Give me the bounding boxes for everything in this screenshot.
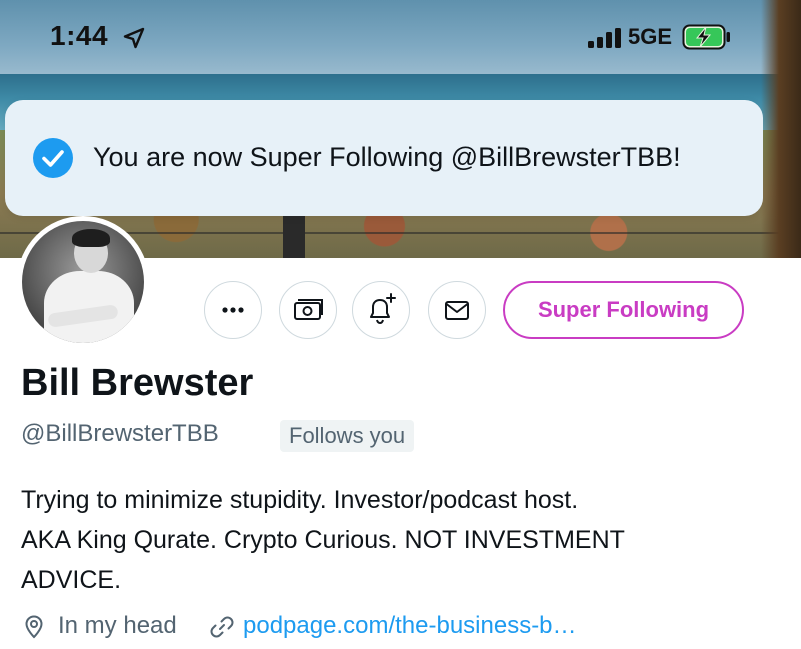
more-button[interactable] [204, 281, 262, 339]
bio-line: Trying to minimize stupidity. Investor/p… [21, 486, 579, 514]
message-button[interactable] [428, 281, 486, 339]
battery-charging-icon [682, 24, 732, 50]
link-icon [209, 614, 235, 640]
profile-bio: Trying to minimize stupidity. Investor/p… [21, 480, 761, 600]
super-following-button[interactable]: Super Following [503, 281, 744, 339]
location-arrow-icon [122, 26, 146, 50]
network-label: 5GE [628, 24, 673, 49]
profile-screen: 1:44 5GE You are now Super Following @Bi… [0, 0, 801, 649]
bio-line: AKA King Qurate. Crypto Curious. NOT INV… [21, 526, 625, 554]
location-pin-icon [21, 614, 47, 640]
checkmark-circle-icon [33, 138, 73, 178]
profile-handle: @BillBrewsterTBB [21, 420, 219, 447]
display-name: Bill Brewster [21, 362, 254, 404]
avatar-hair [72, 229, 110, 247]
avatar[interactable] [17, 216, 149, 348]
avatar-photo [22, 221, 144, 343]
cellular-signal-icon [588, 28, 622, 48]
banner-post [283, 210, 305, 258]
profile-location: In my head [58, 612, 177, 639]
notifications-button[interactable] [352, 281, 410, 339]
tip-button[interactable] [279, 281, 337, 339]
status-time: 1:44 [50, 20, 109, 51]
toast-message: You are now Super Following @BillBrewste… [93, 142, 681, 172]
profile-website-link[interactable]: podpage.com/the-business-b… [243, 612, 577, 640]
follows-you-badge: Follows you [280, 420, 415, 452]
bio-line: ADVICE. [21, 566, 122, 594]
status-bar: 1:44 5GE [0, 0, 801, 74]
super-follow-toast[interactable]: You are now Super Following @BillBrewste… [5, 100, 763, 216]
